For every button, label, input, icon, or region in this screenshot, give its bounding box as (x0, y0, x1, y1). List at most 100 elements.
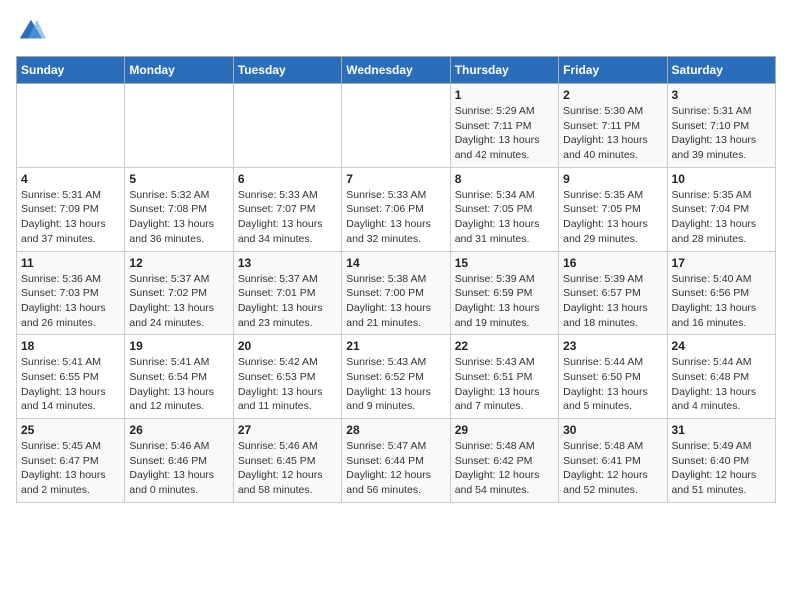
day-info: Sunrise: 5:38 AM Sunset: 7:00 PM Dayligh… (346, 272, 445, 331)
calendar-cell: 18Sunrise: 5:41 AM Sunset: 6:55 PM Dayli… (17, 335, 125, 419)
calendar-cell: 26Sunrise: 5:46 AM Sunset: 6:46 PM Dayli… (125, 419, 233, 503)
calendar-cell: 14 Sunrise: 5:38 AM Sunset: 7:00 PM Dayli… (342, 251, 450, 335)
day-info: Sunrise: 5:41 AM Sunset: 6:54 PM Dayligh… (129, 355, 228, 414)
day-info: Sunrise: 5:36 AM Sunset: 7:03 PM Dayligh… (21, 272, 120, 331)
calendar-cell (17, 84, 125, 168)
day-info: Sunrise: 5:39 AM Sunset: 6:59 PM Dayligh… (455, 272, 554, 331)
header-row: SundayMondayTuesdayWednesdayThursdayFrid… (17, 57, 776, 84)
calendar-cell (342, 84, 450, 168)
day-number: 30 (563, 423, 662, 437)
calendar-cell: 21 Sunrise: 5:43 AM Sunset: 6:52 PM Dayli… (342, 335, 450, 419)
header-cell-saturday: Saturday (667, 57, 775, 84)
day-number: 3 (672, 88, 771, 102)
day-info: Sunrise: 5:44 AM Sunset: 6:48 PM Dayligh… (672, 355, 771, 414)
day-number: 13 (238, 256, 337, 270)
week-row-4: 18Sunrise: 5:41 AM Sunset: 6:55 PM Dayli… (17, 335, 776, 419)
calendar-cell: 9 Sunrise: 5:35 AM Sunset: 7:05 PM Daylig… (559, 167, 667, 251)
day-info: Sunrise: 5:37 AM Sunset: 7:02 PM Dayligh… (129, 272, 228, 331)
calendar-cell: 7 Sunrise: 5:33 AM Sunset: 7:06 PM Daylig… (342, 167, 450, 251)
day-number: 18 (21, 339, 120, 353)
day-number: 24 (672, 339, 771, 353)
day-info: Sunrise: 5:42 AM Sunset: 6:53 PM Dayligh… (238, 355, 337, 414)
day-info: Sunrise: 5:39 AM Sunset: 6:57 PM Dayligh… (563, 272, 662, 331)
calendar-cell: 11 Sunrise: 5:36 AM Sunset: 7:03 PM Dayli… (17, 251, 125, 335)
day-number: 2 (563, 88, 662, 102)
day-number: 22 (455, 339, 554, 353)
calendar-cell: 23Sunrise: 5:44 AM Sunset: 6:50 PM Dayli… (559, 335, 667, 419)
calendar-body: 1 Sunrise: 5:29 AM Sunset: 7:11 PM Daylig… (17, 84, 776, 503)
day-number: 12 (129, 256, 228, 270)
day-number: 9 (563, 172, 662, 186)
calendar-cell: 5 Sunrise: 5:32 AM Sunset: 7:08 PM Daylig… (125, 167, 233, 251)
day-number: 21 (346, 339, 445, 353)
day-number: 31 (672, 423, 771, 437)
calendar-cell: 10 Sunrise: 5:35 AM Sunset: 7:04 PM Dayli… (667, 167, 775, 251)
calendar-table: SundayMondayTuesdayWednesdayThursdayFrid… (16, 56, 776, 503)
calendar-cell: 22 Sunrise: 5:43 AM Sunset: 6:51 PM Dayli… (450, 335, 558, 419)
calendar-cell: 19 Sunrise: 5:41 AM Sunset: 6:54 PM Dayli… (125, 335, 233, 419)
day-info: Sunrise: 5:31 AM Sunset: 7:10 PM Dayligh… (672, 104, 771, 163)
day-info: Sunrise: 5:46 AM Sunset: 6:45 PM Dayligh… (238, 439, 337, 498)
calendar-cell: 29 Sunrise: 5:48 AM Sunset: 6:42 PM Dayli… (450, 419, 558, 503)
day-info: Sunrise: 5:37 AM Sunset: 7:01 PM Dayligh… (238, 272, 337, 331)
header-cell-friday: Friday (559, 57, 667, 84)
calendar-cell: 17 Sunrise: 5:40 AM Sunset: 6:56 PM Dayli… (667, 251, 775, 335)
day-number: 25 (21, 423, 120, 437)
header-cell-wednesday: Wednesday (342, 57, 450, 84)
day-info: Sunrise: 5:48 AM Sunset: 6:42 PM Dayligh… (455, 439, 554, 498)
page-header (16, 16, 776, 46)
day-info: Sunrise: 5:43 AM Sunset: 6:51 PM Dayligh… (455, 355, 554, 414)
day-info: Sunrise: 5:45 AM Sunset: 6:47 PM Dayligh… (21, 439, 120, 498)
day-info: Sunrise: 5:29 AM Sunset: 7:11 PM Dayligh… (455, 104, 554, 163)
day-info: Sunrise: 5:33 AM Sunset: 7:06 PM Dayligh… (346, 188, 445, 247)
calendar-cell: 24 Sunrise: 5:44 AM Sunset: 6:48 PM Dayli… (667, 335, 775, 419)
day-info: Sunrise: 5:47 AM Sunset: 6:44 PM Dayligh… (346, 439, 445, 498)
week-row-1: 1 Sunrise: 5:29 AM Sunset: 7:11 PM Daylig… (17, 84, 776, 168)
day-number: 1 (455, 88, 554, 102)
calendar-cell (233, 84, 341, 168)
calendar-cell: 15Sunrise: 5:39 AM Sunset: 6:59 PM Dayli… (450, 251, 558, 335)
day-number: 8 (455, 172, 554, 186)
day-info: Sunrise: 5:34 AM Sunset: 7:05 PM Dayligh… (455, 188, 554, 247)
calendar-cell: 27Sunrise: 5:46 AM Sunset: 6:45 PM Dayli… (233, 419, 341, 503)
calendar-cell: 4Sunrise: 5:31 AM Sunset: 7:09 PM Daylig… (17, 167, 125, 251)
calendar-cell: 20 Sunrise: 5:42 AM Sunset: 6:53 PM Dayli… (233, 335, 341, 419)
calendar-cell (125, 84, 233, 168)
calendar-cell: 6Sunrise: 5:33 AM Sunset: 7:07 PM Daylig… (233, 167, 341, 251)
day-info: Sunrise: 5:43 AM Sunset: 6:52 PM Dayligh… (346, 355, 445, 414)
day-info: Sunrise: 5:30 AM Sunset: 7:11 PM Dayligh… (563, 104, 662, 163)
day-number: 11 (21, 256, 120, 270)
header-cell-tuesday: Tuesday (233, 57, 341, 84)
day-number: 29 (455, 423, 554, 437)
day-info: Sunrise: 5:33 AM Sunset: 7:07 PM Dayligh… (238, 188, 337, 247)
day-info: Sunrise: 5:32 AM Sunset: 7:08 PM Dayligh… (129, 188, 228, 247)
day-info: Sunrise: 5:48 AM Sunset: 6:41 PM Dayligh… (563, 439, 662, 498)
calendar-cell: 1 Sunrise: 5:29 AM Sunset: 7:11 PM Daylig… (450, 84, 558, 168)
logo (16, 16, 50, 46)
calendar-cell: 28 Sunrise: 5:47 AM Sunset: 6:44 PM Dayli… (342, 419, 450, 503)
day-number: 28 (346, 423, 445, 437)
day-number: 10 (672, 172, 771, 186)
calendar-header: SundayMondayTuesdayWednesdayThursdayFrid… (17, 57, 776, 84)
week-row-3: 11 Sunrise: 5:36 AM Sunset: 7:03 PM Dayli… (17, 251, 776, 335)
day-number: 7 (346, 172, 445, 186)
day-info: Sunrise: 5:35 AM Sunset: 7:04 PM Dayligh… (672, 188, 771, 247)
day-number: 5 (129, 172, 228, 186)
calendar-cell: 3 Sunrise: 5:31 AM Sunset: 7:10 PM Daylig… (667, 84, 775, 168)
calendar-cell: 30 Sunrise: 5:48 AM Sunset: 6:41 PM Dayli… (559, 419, 667, 503)
header-cell-sunday: Sunday (17, 57, 125, 84)
calendar-cell: 16Sunrise: 5:39 AM Sunset: 6:57 PM Dayli… (559, 251, 667, 335)
day-number: 19 (129, 339, 228, 353)
day-number: 17 (672, 256, 771, 270)
logo-icon (16, 16, 46, 46)
day-info: Sunrise: 5:35 AM Sunset: 7:05 PM Dayligh… (563, 188, 662, 247)
day-number: 20 (238, 339, 337, 353)
day-number: 23 (563, 339, 662, 353)
day-number: 4 (21, 172, 120, 186)
day-info: Sunrise: 5:46 AM Sunset: 6:46 PM Dayligh… (129, 439, 228, 498)
calendar-cell: 12 Sunrise: 5:37 AM Sunset: 7:02 PM Dayli… (125, 251, 233, 335)
calendar-cell: 13 Sunrise: 5:37 AM Sunset: 7:01 PM Dayli… (233, 251, 341, 335)
week-row-2: 4Sunrise: 5:31 AM Sunset: 7:09 PM Daylig… (17, 167, 776, 251)
day-number: 14 (346, 256, 445, 270)
day-info: Sunrise: 5:40 AM Sunset: 6:56 PM Dayligh… (672, 272, 771, 331)
